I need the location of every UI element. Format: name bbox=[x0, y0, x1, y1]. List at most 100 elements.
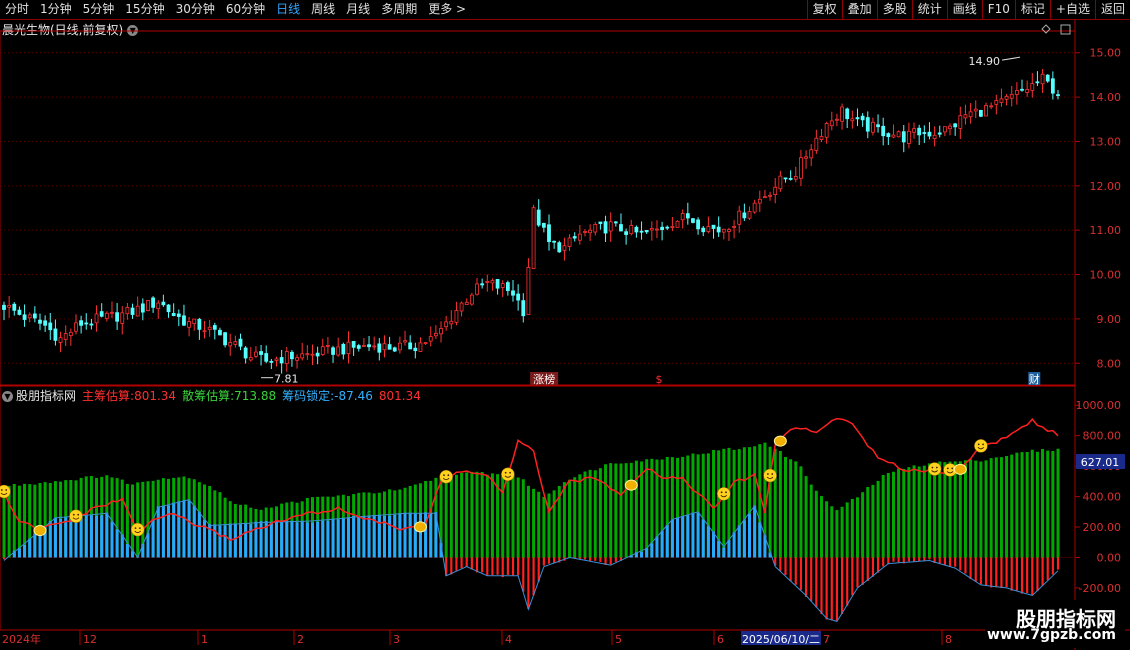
period-tab[interactable]: 日线 bbox=[271, 0, 306, 19]
candle-body bbox=[68, 331, 73, 337]
toolbar-button[interactable]: 画线 bbox=[946, 0, 982, 19]
chart-title-bar: 晨光生物(日线,前复权) ▼ bbox=[2, 21, 139, 38]
candle-body bbox=[881, 125, 886, 137]
candle-body bbox=[876, 124, 880, 128]
candle-body bbox=[973, 108, 978, 112]
period-tab[interactable]: 30分钟 bbox=[171, 0, 221, 19]
candle-body bbox=[428, 336, 433, 342]
candle-body bbox=[331, 347, 335, 355]
toolbar-button[interactable]: 返回 bbox=[1094, 0, 1130, 19]
period-tab[interactable]: 分时 bbox=[0, 0, 35, 19]
x-month-label: 3 bbox=[393, 633, 400, 646]
smiley-mouth bbox=[0, 492, 8, 495]
candle-body bbox=[284, 351, 289, 365]
toolbar: 分时 1分钟 5分钟 15分钟 30分钟 60分钟 日线 周线 月线 多周期 更多 > 复权 叠加 多股… bbox=[0, 0, 1130, 20]
smiley-icon bbox=[763, 468, 777, 483]
smiley-eye bbox=[447, 474, 450, 477]
candle-body bbox=[984, 105, 988, 117]
candle-body bbox=[269, 360, 274, 363]
toolbar-button[interactable]: 复权 bbox=[806, 0, 842, 19]
toolbar-button[interactable]: 统计 bbox=[911, 0, 947, 19]
cursor-value: 627.01 bbox=[1081, 456, 1120, 469]
candle-body bbox=[706, 226, 711, 232]
smiley-mouth bbox=[720, 494, 728, 498]
candle-body bbox=[639, 230, 644, 233]
toolbar-button[interactable]: 标记 bbox=[1014, 0, 1050, 19]
candle-body bbox=[125, 307, 130, 315]
period-tab[interactable]: 60分钟 bbox=[221, 0, 271, 19]
candle-body bbox=[891, 134, 896, 138]
toolbar-button[interactable]: 多股 bbox=[876, 0, 912, 19]
coin-icon bbox=[953, 463, 967, 475]
main-line bbox=[3, 417, 1059, 542]
candle-body bbox=[757, 198, 762, 204]
toolbar-button[interactable]: 叠加 bbox=[841, 0, 877, 19]
x-month-label: 5 bbox=[615, 633, 622, 646]
toolbar-button[interactable]: F10 bbox=[981, 0, 1015, 19]
candle-body bbox=[166, 304, 171, 313]
toolbar-button[interactable]: +自选 bbox=[1049, 0, 1095, 19]
smiley-eye bbox=[982, 443, 984, 446]
candle-body bbox=[773, 186, 778, 196]
candle-body bbox=[495, 279, 500, 289]
period-tab[interactable]: 5分钟 bbox=[78, 0, 121, 19]
price-tick-label: 9.00 bbox=[1097, 313, 1122, 326]
period-tab[interactable]: 15分钟 bbox=[120, 0, 170, 19]
candle-body bbox=[845, 108, 850, 120]
candle-body bbox=[449, 320, 454, 325]
ind-tick-label: 200.00 bbox=[1083, 521, 1122, 534]
x-month-label: 2 bbox=[297, 633, 304, 646]
candle-body bbox=[248, 357, 253, 361]
coin-icon bbox=[773, 435, 787, 447]
candle-body bbox=[207, 326, 212, 331]
candle-body bbox=[290, 351, 294, 360]
candle-body bbox=[469, 294, 474, 305]
smiley-eye bbox=[443, 474, 445, 477]
candle-body bbox=[732, 226, 736, 228]
candle-body bbox=[104, 312, 109, 319]
candle-body bbox=[182, 315, 186, 326]
event-s: $ bbox=[655, 373, 662, 386]
period-tab[interactable]: 周线 bbox=[306, 0, 341, 19]
candle-body bbox=[593, 224, 598, 233]
candle-body bbox=[799, 157, 803, 179]
period-tab[interactable]: 1分钟 bbox=[35, 0, 78, 19]
smiley-mouth bbox=[72, 517, 80, 520]
candle-body bbox=[953, 123, 958, 128]
smiley-mouth bbox=[931, 470, 938, 473]
candle-body bbox=[942, 126, 947, 133]
candle-body bbox=[58, 337, 63, 343]
price-tick-label: 13.00 bbox=[1090, 135, 1122, 148]
candle-body bbox=[855, 117, 860, 120]
candle-body bbox=[310, 353, 315, 356]
candle-body bbox=[187, 321, 191, 328]
candle-body bbox=[665, 226, 670, 229]
candle-body bbox=[264, 353, 269, 362]
candle-body bbox=[346, 341, 351, 354]
candle-body bbox=[937, 132, 942, 135]
candle-body bbox=[295, 357, 299, 361]
x-month-label: 4 bbox=[505, 633, 512, 646]
period-tab[interactable]: 月线 bbox=[341, 0, 376, 19]
candle-body bbox=[53, 328, 58, 341]
candle-body bbox=[351, 340, 356, 348]
smiley-eye bbox=[766, 473, 769, 475]
candle-body bbox=[871, 121, 875, 133]
candle-body bbox=[7, 304, 12, 308]
diamond-icon bbox=[1041, 24, 1051, 34]
candle-body bbox=[140, 303, 145, 313]
candle-body bbox=[79, 320, 84, 326]
period-tab[interactable]: 更多 > bbox=[423, 0, 472, 19]
panel-toggle-icon bbox=[1060, 24, 1071, 35]
candle-body bbox=[814, 137, 819, 151]
chevron-down-icon[interactable]: ▼ bbox=[127, 25, 139, 36]
event-cai: 财 bbox=[1029, 372, 1040, 386]
candle-body bbox=[1025, 89, 1030, 93]
candle-body bbox=[475, 283, 479, 295]
candle-body bbox=[978, 109, 983, 117]
x-month-label: 6 bbox=[717, 633, 724, 646]
period-tab[interactable]: 多周期 bbox=[376, 0, 423, 19]
candle-body bbox=[711, 224, 716, 229]
watermark-url: www.7gpzb.com bbox=[986, 627, 1116, 643]
chevron-down-icon[interactable]: ▼ bbox=[2, 391, 13, 402]
